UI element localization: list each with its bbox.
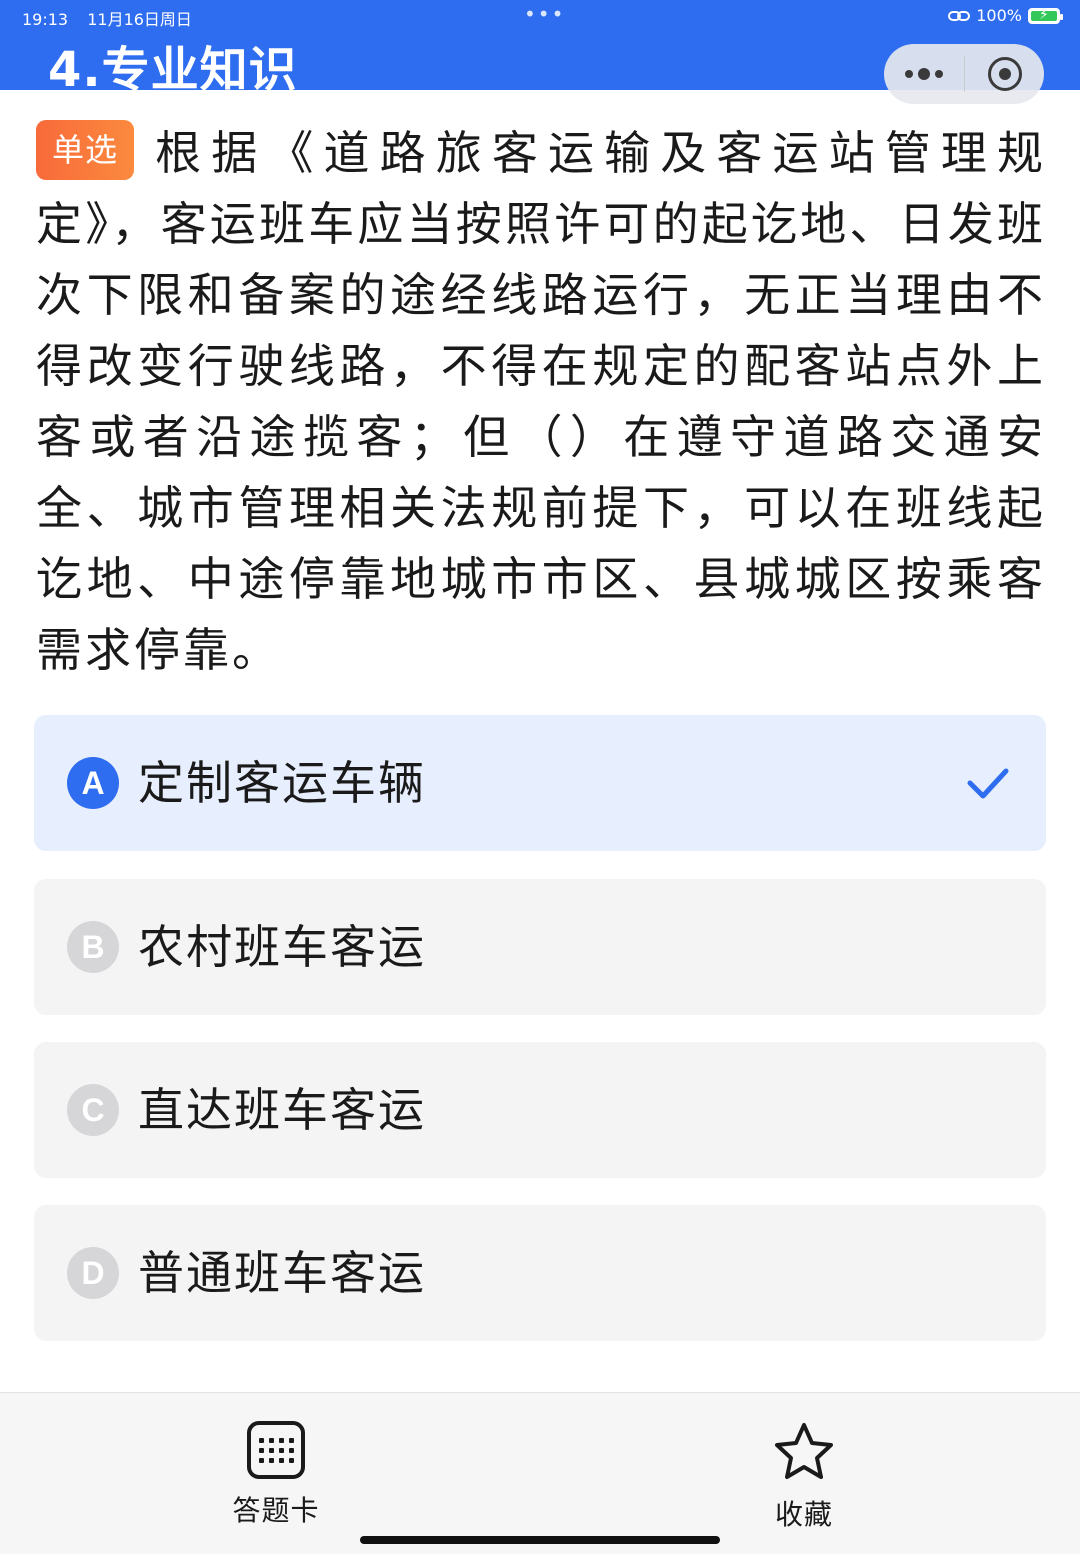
multitask-dots-icon[interactable]: ••• [524,2,565,26]
answer-card-button[interactable]: 答题卡 [206,1421,346,1529]
option-d[interactable]: D 普通班车客运 [34,1205,1046,1341]
option-text: 定制客运车辆 [138,756,426,810]
status-right: 100% ⚡ [948,6,1063,25]
status-left: 19:13 11月16日周日 [22,6,206,30]
mini-program-capsule [884,44,1044,104]
option-b[interactable]: B 农村班车客运 [34,879,1046,1015]
more-dots-icon [905,68,943,80]
question-text: 根据《道路旅客运输及客运站管理规定》，客运班车应当按照许可的起讫地、日发班次下限… [36,126,1046,677]
option-letter: A [67,757,119,809]
question: 单选 根据《道路旅客运输及客运站管理规定》，客运班车应当按照许可的起讫地、日发班次… [36,118,1046,686]
home-indicator[interactable] [360,1536,720,1544]
question-type-badge: 单选 [36,120,135,180]
star-icon [775,1423,833,1479]
option-letter: C [67,1084,119,1136]
more-button[interactable] [884,44,964,104]
status-time: 19:13 [22,10,69,29]
favorite-label: 收藏 [774,1498,833,1531]
battery-icon: ⚡ [1028,7,1063,24]
battery-percent: 100% [976,6,1022,25]
answer-card-label: 答题卡 [232,1494,320,1527]
favorite-button[interactable]: 收藏 [734,1421,874,1533]
option-text: 普通班车客运 [138,1246,426,1300]
check-icon [967,768,1009,799]
target-close-icon [987,57,1022,91]
page-title: 4.专业知识 [48,42,298,98]
option-letter: D [67,1247,119,1299]
status-bar: 19:13 11月16日周日 ••• 100% ⚡ [0,0,1080,32]
status-date: 11月16日周日 [87,10,192,29]
option-text: 农村班车客运 [138,920,426,974]
grid-icon [247,1421,305,1479]
link-icon [948,10,971,21]
option-text: 直达班车客运 [138,1083,426,1137]
option-c[interactable]: C 直达班车客运 [34,1042,1046,1178]
option-a[interactable]: A 定制客运车辆 [34,715,1046,851]
bottom-bar: 答题卡 收藏 [0,1392,1080,1554]
close-button[interactable] [965,44,1044,104]
option-letter: B [67,921,119,973]
